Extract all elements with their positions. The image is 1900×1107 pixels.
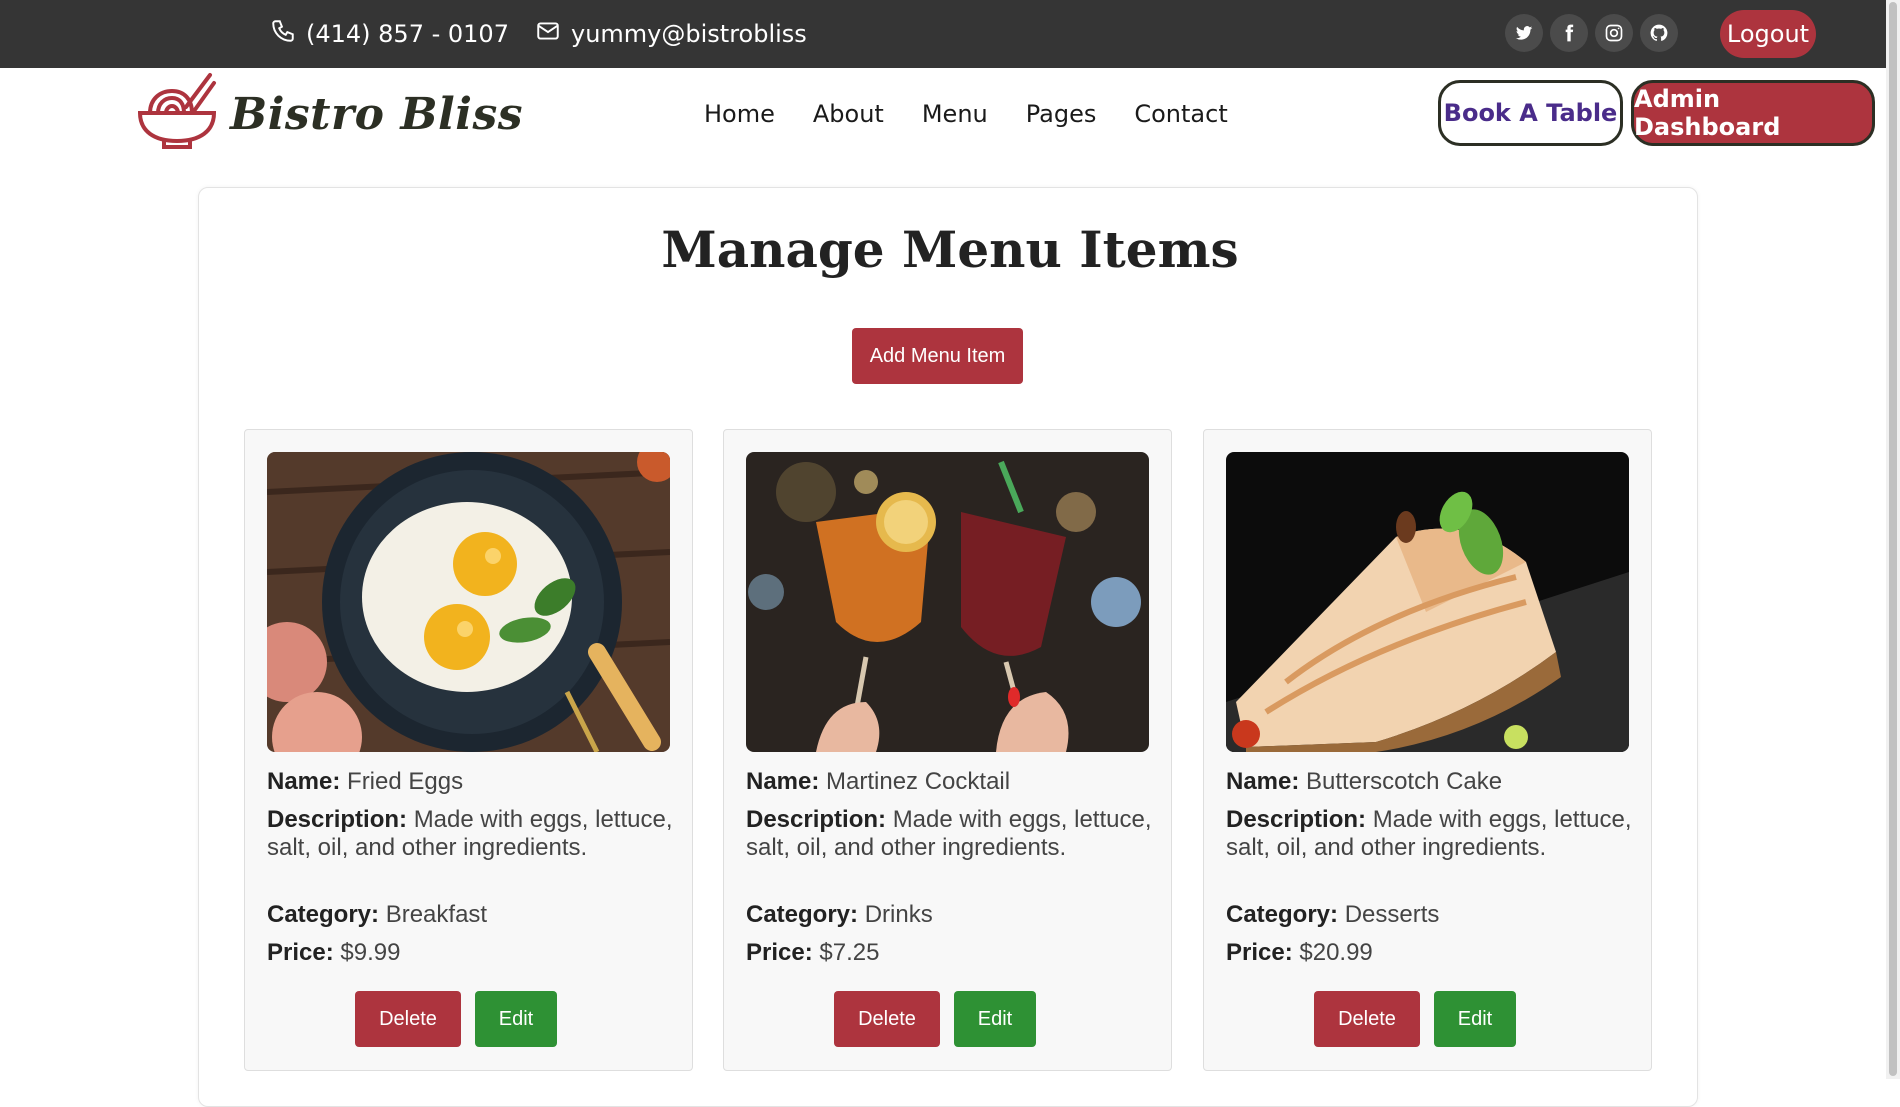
logout-button[interactable]: Logout	[1720, 10, 1816, 58]
nav-contact[interactable]: Contact	[1134, 100, 1227, 128]
nav-pages[interactable]: Pages	[1026, 100, 1097, 128]
scrollbar-thumb[interactable]	[1889, 2, 1897, 1076]
price-value: $7.25	[819, 939, 880, 966]
category-value: Breakfast	[385, 901, 488, 928]
item-category: Category: Drinks	[746, 901, 1156, 929]
name-value: Martinez Cocktail	[826, 768, 1011, 795]
name-value: Fried Eggs	[347, 768, 464, 795]
delete-button[interactable]: Delete	[355, 991, 461, 1047]
nav-links: Home About Menu Pages Contact	[704, 68, 1228, 160]
item-price: Price: $20.99	[1226, 939, 1636, 967]
item-name: Name: Martinez Cocktail	[746, 768, 1156, 796]
email-contact[interactable]: yummy@bistrobliss	[535, 0, 807, 68]
bowl-logo-icon	[134, 69, 220, 159]
category-label: Category:	[1226, 901, 1339, 928]
butterscotch-cake-image	[1226, 452, 1629, 752]
fried-eggs-image	[267, 452, 670, 752]
edit-button[interactable]: Edit	[954, 991, 1036, 1047]
page-scrollbar[interactable]	[1886, 0, 1900, 1079]
nav-about[interactable]: About	[813, 100, 884, 128]
item-name: Name: Fried Eggs	[267, 768, 677, 796]
item-name: Name: Butterscotch Cake	[1226, 768, 1636, 796]
menu-item-card: Name: Butterscotch Cake Description: Mad…	[1203, 429, 1652, 1071]
edit-button[interactable]: Edit	[1434, 991, 1516, 1047]
github-icon[interactable]	[1640, 14, 1678, 52]
price-label: Price:	[267, 939, 334, 966]
description-label: Description:	[267, 806, 408, 833]
price-value: $9.99	[340, 939, 401, 966]
item-category: Category: Desserts	[1226, 901, 1636, 929]
add-menu-item-button[interactable]: Add Menu Item	[852, 328, 1023, 384]
category-value: Drinks	[864, 901, 933, 928]
facebook-icon[interactable]	[1550, 14, 1588, 52]
book-table-button[interactable]: Book A Table	[1438, 80, 1623, 146]
nav-menu[interactable]: Menu	[922, 100, 988, 128]
item-category: Category: Breakfast	[267, 901, 677, 929]
twitter-icon[interactable]	[1505, 14, 1543, 52]
martinez-cocktail-image	[746, 452, 1149, 752]
item-description: Description: Made with eggs, lettuce, sa…	[1226, 806, 1636, 862]
page-title: Manage Menu Items	[661, 220, 1239, 279]
main-navbar: Bistro Bliss Home About Menu Pages Conta…	[0, 68, 1900, 160]
social-links	[1505, 14, 1678, 52]
phone-icon	[270, 18, 296, 50]
item-description: Description: Made with eggs, lettuce, sa…	[267, 806, 677, 862]
price-value: $20.99	[1299, 939, 1373, 966]
delete-button[interactable]: Delete	[834, 991, 940, 1047]
item-price: Price: $7.25	[746, 939, 1156, 967]
phone-number: (414) 857 - 0107	[306, 20, 509, 48]
menu-item-card: Name: Fried Eggs Description: Made with …	[244, 429, 693, 1071]
edit-button[interactable]: Edit	[475, 991, 557, 1047]
name-label: Name:	[267, 768, 341, 795]
description-label: Description:	[746, 806, 887, 833]
category-value: Desserts	[1344, 901, 1440, 928]
email-address: yummy@bistrobliss	[571, 20, 807, 48]
name-label: Name:	[1226, 768, 1300, 795]
category-label: Category:	[746, 901, 859, 928]
name-value: Butterscotch Cake	[1306, 768, 1503, 795]
admin-dashboard-button[interactable]: Admin Dashboard	[1631, 80, 1875, 146]
category-label: Category:	[267, 901, 380, 928]
brand[interactable]: Bistro Bliss	[134, 68, 523, 160]
price-label: Price:	[1226, 939, 1293, 966]
nav-home[interactable]: Home	[704, 100, 775, 128]
item-description: Description: Made with eggs, lettuce, sa…	[746, 806, 1156, 862]
name-label: Name:	[746, 768, 820, 795]
mail-icon	[535, 18, 561, 50]
description-label: Description:	[1226, 806, 1367, 833]
phone-contact[interactable]: (414) 857 - 0107	[270, 0, 509, 68]
item-price: Price: $9.99	[267, 939, 677, 967]
menu-item-card: Name: Martinez Cocktail Description: Mad…	[723, 429, 1172, 1071]
instagram-icon[interactable]	[1595, 14, 1633, 52]
top-bar: (414) 857 - 0107 yummy@bistrobliss Logou…	[0, 0, 1900, 68]
brand-name: Bistro Bliss	[230, 88, 524, 140]
price-label: Price:	[746, 939, 813, 966]
delete-button[interactable]: Delete	[1314, 991, 1420, 1047]
